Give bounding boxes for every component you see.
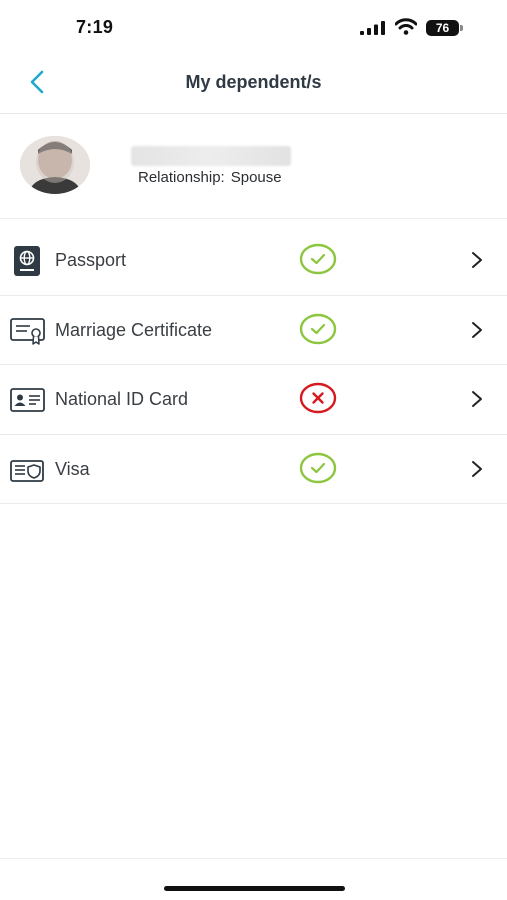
chevron-right-icon	[472, 391, 482, 407]
chevron-right-icon	[472, 252, 482, 268]
check-circle-icon	[299, 313, 337, 344]
home-indicator[interactable]	[164, 886, 345, 891]
check-circle-icon	[299, 243, 337, 275]
id-card-icon	[10, 388, 45, 412]
nav-bar: My dependent/s	[0, 56, 507, 114]
battery-icon: 76	[426, 20, 464, 36]
check-circle-icon	[299, 452, 337, 483]
status-time: 7:19	[76, 17, 114, 37]
page-title: My dependent/s	[185, 72, 322, 92]
status-bar: 7:19 76	[0, 0, 507, 56]
battery-level: 76	[435, 21, 450, 35]
document-row-marriage-certificate[interactable]: Marriage Certificate	[0, 296, 507, 365]
wifi-icon	[395, 18, 417, 35]
cellular-signal-icon	[360, 21, 385, 35]
document-label: Marriage Certificate	[55, 319, 213, 340]
x-circle-icon	[299, 382, 337, 414]
relationship: Relationship: Spouse	[138, 169, 282, 186]
bottom-divider	[0, 858, 507, 859]
chevron-right-icon	[472, 321, 482, 338]
relationship-label: Relationship:	[138, 169, 225, 186]
document-row-national-id-card[interactable]: National ID Card	[0, 365, 507, 435]
document-row-passport[interactable]: Passport	[0, 226, 507, 296]
visa-icon	[10, 459, 44, 482]
document-label: Passport	[55, 250, 127, 270]
document-row-visa[interactable]: Visa	[0, 435, 507, 504]
certificate-icon	[10, 317, 45, 345]
relationship-value: Spouse	[230, 169, 282, 186]
dependent-profile: Relationship: Spouse	[0, 114, 507, 219]
document-label: National ID Card	[55, 389, 189, 409]
avatar	[20, 136, 90, 194]
document-list: Passport Marriage Certificate National I…	[0, 226, 507, 504]
chevron-right-icon	[472, 460, 482, 477]
name-redacted	[131, 146, 291, 166]
passport-icon	[14, 246, 40, 276]
document-label: Visa	[55, 458, 90, 479]
